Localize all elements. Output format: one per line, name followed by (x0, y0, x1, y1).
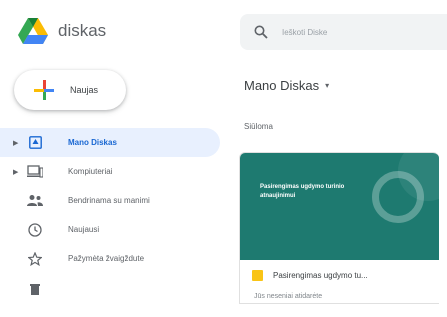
clock-icon (27, 222, 43, 238)
drive-folder-icon (27, 135, 43, 151)
star-icon (27, 251, 43, 267)
sidebar-item-label: Naujausi (68, 225, 100, 234)
expand-caret-icon[interactable]: ▶ (13, 139, 18, 147)
new-button-label: Naujas (70, 85, 99, 95)
sidebar-item-starred[interactable]: Pažymėta žvaigždute (0, 244, 220, 273)
thumbnail-title: Pasirengimas ugdymo turinio atnaujinimui (260, 184, 345, 199)
sidebar-item-label: Pažymėta žvaigždute (68, 254, 145, 263)
search-icon[interactable] (254, 25, 268, 39)
expand-caret-icon[interactable]: ▶ (13, 168, 18, 176)
sidebar-item-computers[interactable]: ▶ Kompiuteriai (0, 157, 220, 186)
thumbnail-ring-graphic (372, 171, 424, 223)
search-bar[interactable] (240, 14, 447, 50)
sidebar-item-my-drive[interactable]: ▶ Mano Diskas (0, 128, 220, 157)
file-name-row: Pasirengimas ugdymo tu... (252, 270, 438, 281)
new-button[interactable]: Naujas (14, 70, 126, 110)
drive-logo-icon (18, 18, 48, 44)
computer-icon (27, 164, 43, 180)
sidebar-item-recent[interactable]: Naujausi (0, 215, 220, 244)
sidebar-item-shared-with-me[interactable]: Bendrinama su manimi (0, 186, 220, 215)
sidebar-item-trash[interactable] (0, 273, 220, 302)
page-title: Mano Diskas (244, 78, 320, 93)
trash-icon (27, 280, 43, 296)
search-input[interactable] (282, 27, 432, 37)
sidebar-item-label: Mano Diskas (68, 138, 117, 147)
my-drive-title[interactable]: Mano Diskas ▾ (244, 78, 329, 93)
suggested-section-label: Siūloma (244, 122, 273, 131)
file-activity-text: Jūs neseniai atidarėte (254, 293, 323, 300)
plus-icon (34, 80, 54, 100)
brand-name: diskas (58, 21, 107, 40)
sidebar-item-label: Bendrinama su manimi (68, 196, 150, 205)
sidebar: diskas Naujas ▶ Mano Diskas ▶ Kompiuteri… (0, 0, 228, 317)
drive-logo[interactable]: diskas (18, 18, 106, 44)
file-name: Pasirengimas ugdymo tu... (273, 271, 368, 280)
shared-people-icon (27, 193, 43, 209)
slides-file-icon (252, 270, 263, 281)
chevron-down-icon: ▾ (325, 81, 330, 90)
main-content: Mano Diskas ▾ Siūloma Pasirengimas ugdym… (228, 0, 447, 317)
sidebar-nav: ▶ Mano Diskas ▶ Kompiuteriai Bendrinama … (0, 128, 220, 302)
sidebar-item-label: Kompiuteriai (68, 167, 113, 176)
suggested-file-card[interactable]: Pasirengimas ugdymo turinio atnaujinimui… (239, 152, 439, 304)
file-thumbnail: Pasirengimas ugdymo turinio atnaujinimui (240, 153, 439, 260)
